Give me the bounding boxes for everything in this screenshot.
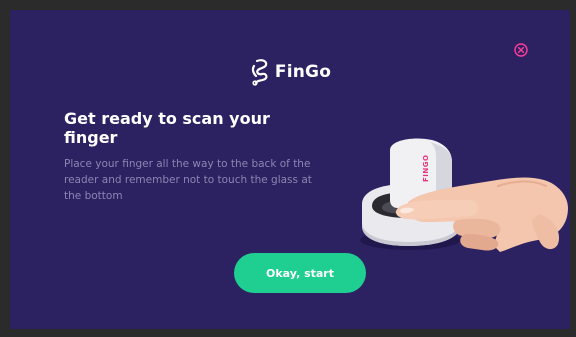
dialog-instructions: Place your finger all the way to the bac… xyxy=(64,158,312,202)
okay-start-button[interactable]: Okay, start xyxy=(234,253,366,293)
device-label: FINGO xyxy=(422,155,430,182)
finger-scanner-illustration: FINGO xyxy=(360,138,568,252)
dialog-title: Get ready to scan your finger xyxy=(64,109,270,147)
fingo-logo-icon xyxy=(251,59,268,86)
close-circle-icon[interactable] xyxy=(514,43,528,57)
brand-header: FinGo xyxy=(10,58,570,86)
onboarding-dialog: FinGo Get ready to scan your finger Plac… xyxy=(10,10,570,329)
brand-name: FinGo xyxy=(274,62,332,82)
